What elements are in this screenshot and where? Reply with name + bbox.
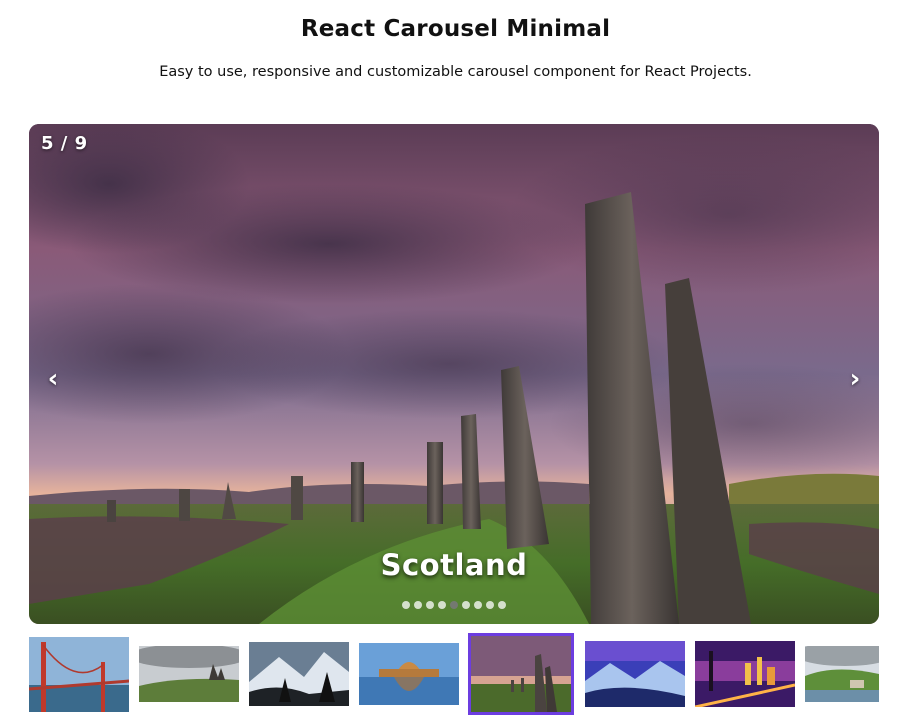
pagination-dot[interactable]: [498, 601, 506, 609]
pagination-dot[interactable]: [426, 601, 434, 609]
pagination-dot[interactable]: [450, 601, 458, 609]
slide-dots: [29, 601, 879, 611]
pagination-dot[interactable]: [402, 601, 410, 609]
thumbnail-scotland-stones[interactable]: [468, 633, 574, 715]
thumbnail-rock-hills[interactable]: [139, 646, 239, 702]
page: React Carousel Minimal Easy to use, resp…: [0, 0, 911, 727]
pagination-dot[interactable]: [486, 601, 494, 609]
thumbnail-blue-mountains[interactable]: [585, 641, 685, 707]
thumbnail-palace-reflection[interactable]: [359, 643, 459, 705]
page-title: React Carousel Minimal: [300, 16, 611, 42]
next-arrow-icon[interactable]: ›: [841, 362, 869, 396]
slide-caption: Scotland: [380, 548, 528, 582]
carousel[interactable]: 5 / 9 ‹ › Scotland: [29, 124, 879, 624]
thumbnail-green-valley[interactable]: [805, 646, 879, 702]
page-subtitle: Easy to use, responsive and customizable…: [159, 64, 752, 80]
previous-arrow-icon[interactable]: ‹: [39, 362, 67, 396]
thumbnail-city-bridge-night[interactable]: [695, 641, 795, 707]
pagination-dot[interactable]: [438, 601, 446, 609]
pagination-dot[interactable]: [414, 601, 422, 609]
thumbnail-mountain-trees[interactable]: [249, 642, 349, 706]
pagination-dot[interactable]: [462, 601, 470, 609]
pagination-dot[interactable]: [474, 601, 482, 609]
thumbnail-golden-gate-bridge[interactable]: [29, 637, 129, 712]
slide-counter: 5 / 9: [41, 133, 88, 154]
